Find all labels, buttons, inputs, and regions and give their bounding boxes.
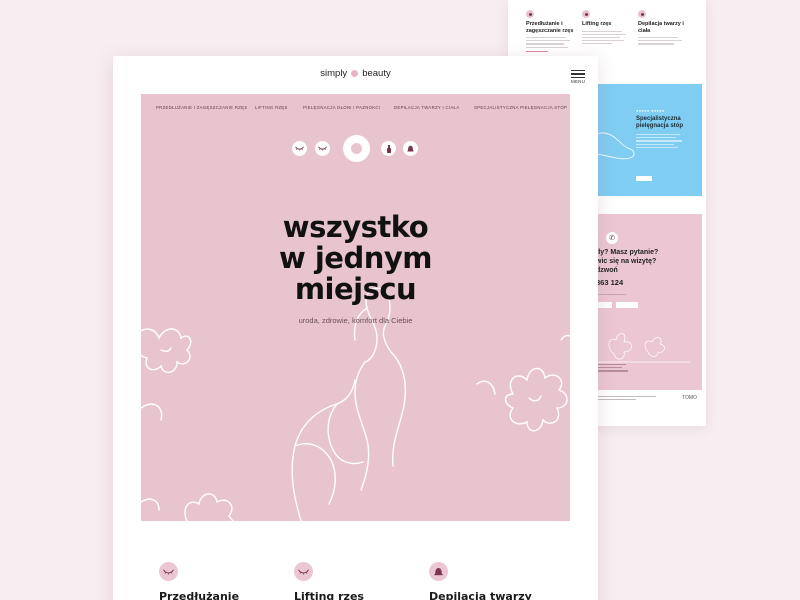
contact-input[interactable] (596, 302, 612, 308)
back-service-title: Depilacja twarzy i ciała (638, 21, 684, 34)
brand-dot-icon (351, 70, 359, 77)
service-card-depilation[interactable]: Depilacja twarzy (429, 562, 532, 600)
card-title: Specjalistyczna pielęgnacja stóp (636, 116, 684, 129)
service-card-lashes[interactable]: Przedłużanie (159, 562, 239, 600)
hamburger-icon (571, 70, 585, 72)
service-nav: PRZEDŁUŻANIE I ZAGĘSZCZANIE RZĘS LIFTING… (141, 105, 570, 115)
nav-item-lashes[interactable]: PRZEDŁUŻANIE I ZAGĘSZCZANIE RZĘS (156, 105, 248, 110)
back-footer-brand: TOMO (682, 395, 697, 401)
bell-icon[interactable] (403, 141, 418, 156)
eye-closed-icon[interactable] (292, 141, 307, 156)
active-indicator-icon[interactable] (343, 135, 370, 162)
back-service-title: Przedłużanie i zagęszczanie rzęs (526, 21, 574, 34)
menu-label: MENU (571, 79, 586, 85)
nav-item-lifting[interactable]: LIFTING RZĘS (255, 105, 288, 110)
contact-title: dy? Masz pytanie? wic się na wizytę? dzw… (596, 249, 659, 274)
service-card-lifting[interactable]: Lifting rzęs (294, 562, 364, 600)
contact-input[interactable] (616, 302, 638, 308)
card-button[interactable] (636, 176, 652, 181)
nail-polish-icon[interactable] (381, 141, 396, 156)
back-service-link[interactable] (526, 50, 548, 53)
foot-illustration (596, 132, 635, 160)
brand-word-right: beauty (362, 68, 391, 79)
eye-closed-icon (159, 562, 178, 581)
eyelash-icon[interactable] (315, 141, 330, 156)
foot-care-card[interactable]: ●●●●● ●●●●● Specjalistyczna pielęgnacja … (596, 84, 702, 196)
services-row: Przedłużanie Lifting rzęs Depilacja twar… (113, 562, 598, 600)
nav-item-hands-nails[interactable]: PIELĘGNACJA DŁONI I PAZNOKCI (303, 105, 380, 110)
brand-logo[interactable]: simply beauty (113, 68, 598, 79)
service-icons (141, 134, 570, 164)
hero-section: PRZEDŁUŻANIE I ZAGĘSZCZANIE RZĘS LIFTING… (141, 94, 570, 521)
card-kicker: ●●●●● ●●●●● (636, 108, 665, 113)
service-title: Przedłużanie (159, 590, 240, 600)
menu-button[interactable]: MENU (571, 70, 585, 84)
back-service-lifting[interactable]: Lifting rzęs (582, 10, 634, 46)
back-service-title: Lifting rzęs (582, 21, 612, 27)
service-title: Depilacja twarzy (429, 590, 532, 600)
eye-icon (526, 10, 534, 18)
brand-word-left: simply (320, 68, 348, 79)
hero-subline: uroda, zdrowie, komfort dla Ciebie (298, 316, 413, 325)
hero-headline: wszystko w jednym miejscu (278, 210, 433, 306)
bell-icon (429, 562, 448, 581)
eyelash-icon (294, 562, 313, 581)
back-footer (596, 396, 666, 402)
flower-decoration (596, 333, 690, 363)
contact-phone[interactable]: 363 124 (596, 278, 623, 287)
nav-item-depilation[interactable]: DEPILACJA TWARZY I CIAŁA (394, 105, 459, 110)
contact-card: ✆ dy? Masz pytanie? wic się na wizytę? d… (596, 214, 702, 390)
bell-icon (638, 10, 646, 18)
back-service-lashes[interactable]: Przedłużanie i zagęszczanie rzęs (526, 10, 578, 53)
service-title: Lifting rzęs (294, 590, 364, 600)
nav-item-feet[interactable]: SPECJALISTYCZNA PIELĘGNACJA STÓP (474, 105, 567, 110)
eyelash-icon (582, 10, 590, 18)
back-service-depilation[interactable]: Depilacja twarzy i ciała (638, 10, 690, 47)
front-page: simply beauty MENU PRZEDŁUŻANIE I ZAGĘSZ… (113, 56, 598, 600)
phone-icon: ✆ (606, 232, 618, 244)
